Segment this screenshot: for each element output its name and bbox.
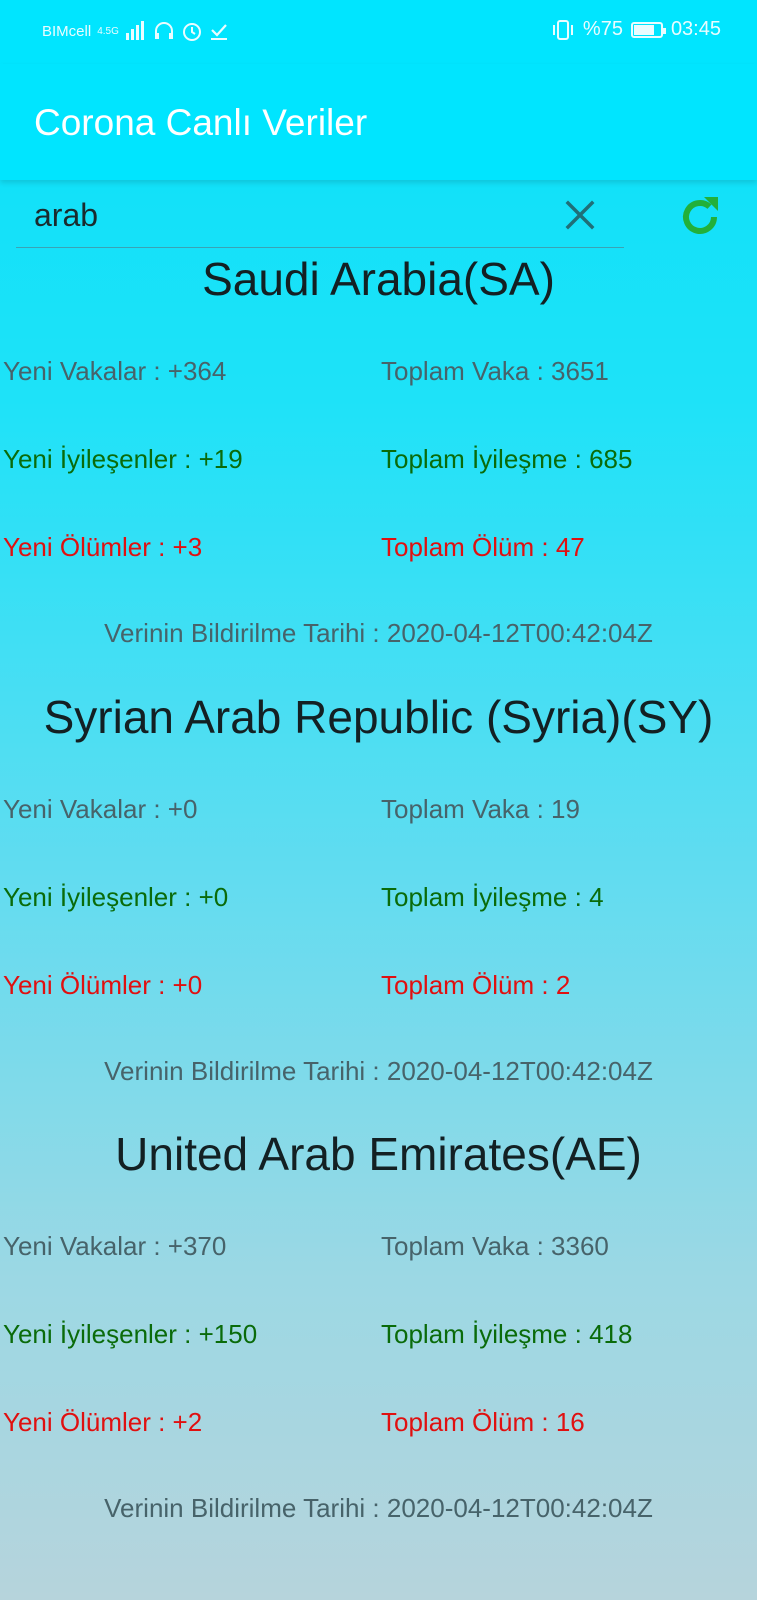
refresh-icon[interactable] [676, 193, 724, 241]
clock: 03:45 [670, 18, 721, 40]
report-date: Verinin Bildirilme Tarihi : 2020-04-12T0… [104, 1493, 653, 1523]
total-deaths: Toplam Ölüm : 2 [381, 970, 571, 1000]
status-right: %75 03:45 [551, 18, 721, 41]
status-left: BIMcell 4.5G [42, 20, 229, 42]
country-name: Saudi Arabia(SA) [202, 253, 555, 305]
battery-icon [630, 21, 666, 38]
headset-icon [154, 22, 173, 39]
app-title: Corona Canlı Veriler [34, 102, 368, 143]
new-recovered: Yeni İyileşenler : +150 [3, 1319, 258, 1349]
battery-percent: %75 [582, 18, 623, 40]
total-cases: Toplam Vaka : 3651 [381, 356, 609, 386]
new-recovered: Yeni İyileşenler : +19 [3, 444, 243, 474]
total-deaths: Toplam Ölüm : 16 [381, 1407, 585, 1437]
report-date: Verinin Bildirilme Tarihi : 2020-04-12T0… [104, 1056, 653, 1086]
network-type-label: 4.5G [97, 25, 119, 37]
new-recovered: Yeni İyileşenler : +0 [3, 882, 229, 912]
signal-icon [125, 21, 144, 40]
total-cases: Toplam Vaka : 19 [381, 794, 580, 824]
vibrate-icon [552, 19, 573, 40]
country-name: United Arab Emirates(AE) [115, 1128, 642, 1180]
carrier-label: BIMcell [42, 22, 92, 40]
total-cases: Toplam Vaka : 3360 [381, 1231, 609, 1261]
search-input[interactable] [34, 195, 554, 235]
close-icon[interactable] [560, 195, 600, 235]
total-recovered: Toplam İyileşme : 685 [381, 444, 633, 474]
new-cases: Yeni Vakalar : +0 [3, 794, 198, 824]
total-recovered: Toplam İyileşme : 418 [381, 1319, 633, 1349]
app-bar: Corona Canlı Veriler [0, 64, 757, 180]
report-date: Verinin Bildirilme Tarihi : 2020-04-12T0… [104, 618, 653, 648]
search-bar [16, 185, 624, 248]
new-cases: Yeni Vakalar : +370 [3, 1231, 227, 1261]
new-cases: Yeni Vakalar : +364 [3, 356, 227, 386]
total-deaths: Toplam Ölüm : 47 [381, 532, 585, 562]
total-recovered: Toplam İyileşme : 4 [381, 882, 604, 912]
new-deaths: Yeni Ölümler : +3 [3, 532, 203, 562]
new-deaths: Yeni Ölümler : +2 [3, 1407, 203, 1437]
status-bar: BIMcell 4.5G %75 03:45 [0, 0, 757, 64]
country-name: Syrian Arab Republic (Syria)(SY) [43, 691, 714, 743]
alarm-icon [182, 23, 201, 41]
new-deaths: Yeni Ölümler : +0 [3, 970, 203, 1000]
download-done-icon [210, 24, 227, 40]
